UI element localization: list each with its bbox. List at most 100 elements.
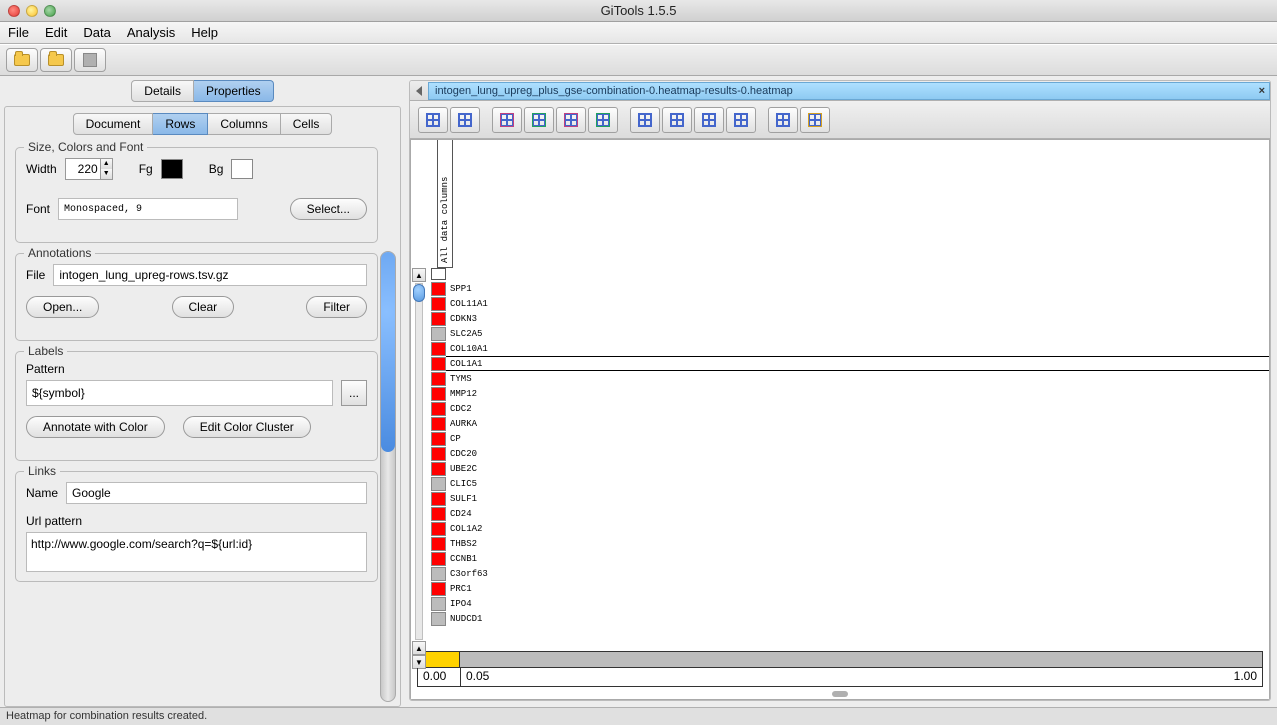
heatmap-row[interactable]: C3orf63 (431, 566, 1269, 581)
left-scrollbar[interactable] (380, 251, 396, 702)
heatmap-row[interactable]: MMP12 (431, 386, 1269, 401)
heatmap-cell[interactable] (431, 357, 446, 371)
heatmap-row[interactable]: SLC2A5 (431, 326, 1269, 341)
width-spinner[interactable]: ▲▼ (65, 158, 113, 180)
tab-details[interactable]: Details (131, 80, 194, 102)
link-name-field[interactable] (66, 482, 367, 504)
heatmap-cell[interactable] (431, 612, 446, 626)
heatmap-cell[interactable] (431, 552, 446, 566)
heatmap-row[interactable]: AURKA (431, 416, 1269, 431)
scroll-up-2-button[interactable]: ▲ (412, 641, 426, 655)
scroll-down-button[interactable]: ▼ (412, 655, 426, 669)
heatmap-cell[interactable] (431, 282, 446, 296)
hm-tool-6[interactable] (588, 107, 618, 133)
tab-columns[interactable]: Columns (208, 113, 280, 135)
heatmap-row[interactable]: SPP1 (431, 281, 1269, 296)
spinner-up[interactable]: ▲ (100, 159, 112, 169)
heatmap-row[interactable]: CLIC5 (431, 476, 1269, 491)
bg-color-swatch[interactable] (231, 159, 253, 179)
filter-annotations-button[interactable]: Filter (306, 296, 367, 318)
heatmap-vertical-scrollbar[interactable]: ▲ ▲ ▼ (411, 268, 427, 669)
open-folder-button[interactable] (6, 48, 38, 72)
heatmap-row[interactable]: CDC2 (431, 401, 1269, 416)
tab-properties[interactable]: Properties (194, 80, 274, 102)
menu-file[interactable]: File (8, 25, 29, 40)
close-tab-button[interactable]: × (1259, 85, 1265, 97)
heatmap-cell[interactable] (431, 297, 446, 311)
heatmap-cell[interactable] (431, 537, 446, 551)
heatmap-row[interactable]: CDKN3 (431, 311, 1269, 326)
heatmap-cell[interactable] (431, 492, 446, 506)
menu-edit[interactable]: Edit (45, 25, 67, 40)
open-folder-2-button[interactable] (40, 48, 72, 72)
url-pattern-field[interactable]: http://www.google.com/search?q=${url:id} (26, 532, 367, 572)
hm-tool-12[interactable] (800, 107, 830, 133)
heatmap-row[interactable]: IPO4 (431, 596, 1269, 611)
heatmap-row[interactable]: THBS2 (431, 536, 1269, 551)
menu-help[interactable]: Help (191, 25, 218, 40)
annotate-with-color-button[interactable]: Annotate with Color (26, 416, 165, 438)
column-header-label[interactable]: All data columns (437, 140, 453, 268)
open-annotations-button[interactable]: Open... (26, 296, 99, 318)
heatmap-row[interactable]: CDC20 (431, 446, 1269, 461)
heatmap-cell[interactable] (431, 387, 446, 401)
heatmap-cell[interactable] (431, 417, 446, 431)
tab-cells[interactable]: Cells (281, 113, 333, 135)
heatmap-cell[interactable] (431, 312, 446, 326)
heatmap-cell[interactable] (431, 402, 446, 416)
menu-data[interactable]: Data (83, 25, 110, 40)
heatmap-cell[interactable] (431, 567, 446, 581)
left-scrollbar-thumb[interactable] (381, 252, 395, 452)
menu-analysis[interactable]: Analysis (127, 25, 175, 40)
tab-scroll-left-icon[interactable] (416, 86, 422, 96)
fg-color-swatch[interactable] (161, 159, 183, 179)
heatmap-cell[interactable] (431, 372, 446, 386)
grid-button[interactable] (74, 48, 106, 72)
annotations-file-field[interactable] (53, 264, 367, 286)
tab-document[interactable]: Document (73, 113, 154, 135)
heatmap-cell[interactable] (431, 327, 446, 341)
scroll-up-button[interactable]: ▲ (412, 268, 426, 282)
tab-rows[interactable]: Rows (153, 113, 208, 135)
heatmap-cell[interactable] (431, 597, 446, 611)
heatmap-row[interactable]: COL1A2 (431, 521, 1269, 536)
heatmap-cell[interactable] (431, 582, 446, 596)
heatmap-row[interactable]: COL10A1 (431, 341, 1269, 356)
heatmap-cell[interactable] (431, 477, 446, 491)
heatmap-row[interactable]: CP (431, 431, 1269, 446)
hm-tool-8[interactable] (662, 107, 692, 133)
heatmap-cell[interactable] (431, 507, 446, 521)
heatmap-row[interactable]: CD24 (431, 506, 1269, 521)
heatmap-row[interactable]: PRC1 (431, 581, 1269, 596)
clear-annotations-button[interactable]: Clear (172, 296, 235, 318)
hm-tool-4[interactable] (524, 107, 554, 133)
heatmap-row[interactable]: UBE2C (431, 461, 1269, 476)
edit-color-cluster-button[interactable]: Edit Color Cluster (183, 416, 311, 438)
heatmap-row[interactable]: COL11A1 (431, 296, 1269, 311)
heatmap-cell[interactable] (431, 522, 446, 536)
heatmap-row[interactable]: COL1A1 (431, 356, 1269, 371)
heatmap-row[interactable]: NUDCD1 (431, 611, 1269, 626)
hm-tool-7[interactable] (630, 107, 660, 133)
hm-tool-11[interactable] (768, 107, 798, 133)
heatmap-cell[interactable] (431, 432, 446, 446)
heatmap-cell[interactable] (431, 462, 446, 476)
heatmap-cell[interactable] (431, 342, 446, 356)
select-font-button[interactable]: Select... (290, 198, 367, 220)
hm-tool-5[interactable] (556, 107, 586, 133)
hm-tool-2[interactable] (450, 107, 480, 133)
heatmap-cell[interactable] (431, 447, 446, 461)
column-header-cell[interactable] (431, 268, 446, 280)
heatmap-view[interactable]: All data columns SPP1COL11A1CDKN3SLC2A5C… (410, 139, 1270, 700)
heatmap-row[interactable]: TYMS (431, 371, 1269, 386)
heatmap-row[interactable]: CCNB1 (431, 551, 1269, 566)
hm-tool-10[interactable] (726, 107, 756, 133)
heatmap-horizontal-scrollbar[interactable] (417, 689, 1263, 699)
hm-tool-9[interactable] (694, 107, 724, 133)
pattern-field[interactable] (26, 380, 333, 406)
hm-tool-3[interactable] (492, 107, 522, 133)
pattern-more-button[interactable]: ... (341, 380, 367, 406)
font-field[interactable] (58, 198, 238, 220)
width-input[interactable] (66, 159, 100, 179)
document-tab[interactable]: intogen_lung_upreg_plus_gse-combination-… (428, 82, 1270, 100)
